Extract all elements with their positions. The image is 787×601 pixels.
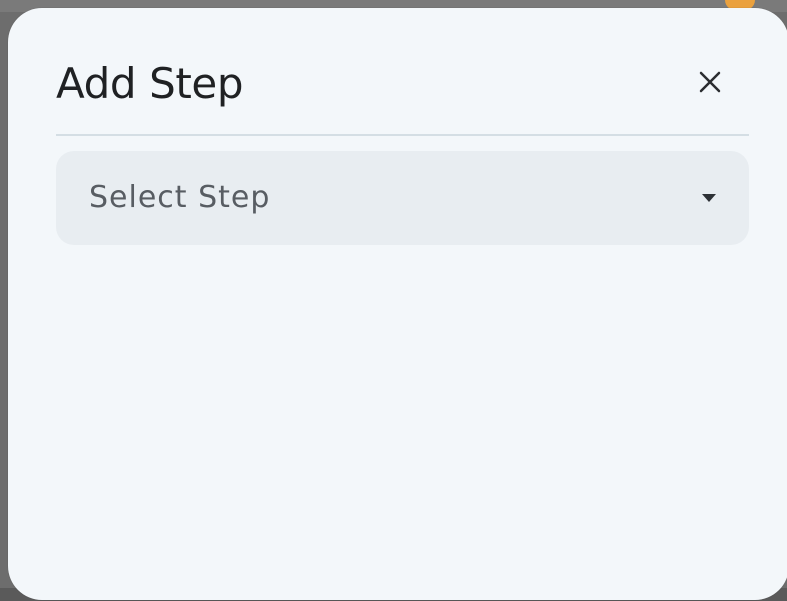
chevron-down-icon <box>702 194 716 202</box>
select-step-dropdown[interactable]: Select Step <box>56 151 749 245</box>
dialog-title: Add Step <box>56 59 244 108</box>
close-button[interactable] <box>689 61 731 103</box>
close-icon <box>698 70 722 94</box>
select-step-placeholder: Select Step <box>89 180 271 215</box>
add-step-dialog: Add Step Select Step <box>8 8 787 600</box>
dialog-divider <box>56 134 749 136</box>
